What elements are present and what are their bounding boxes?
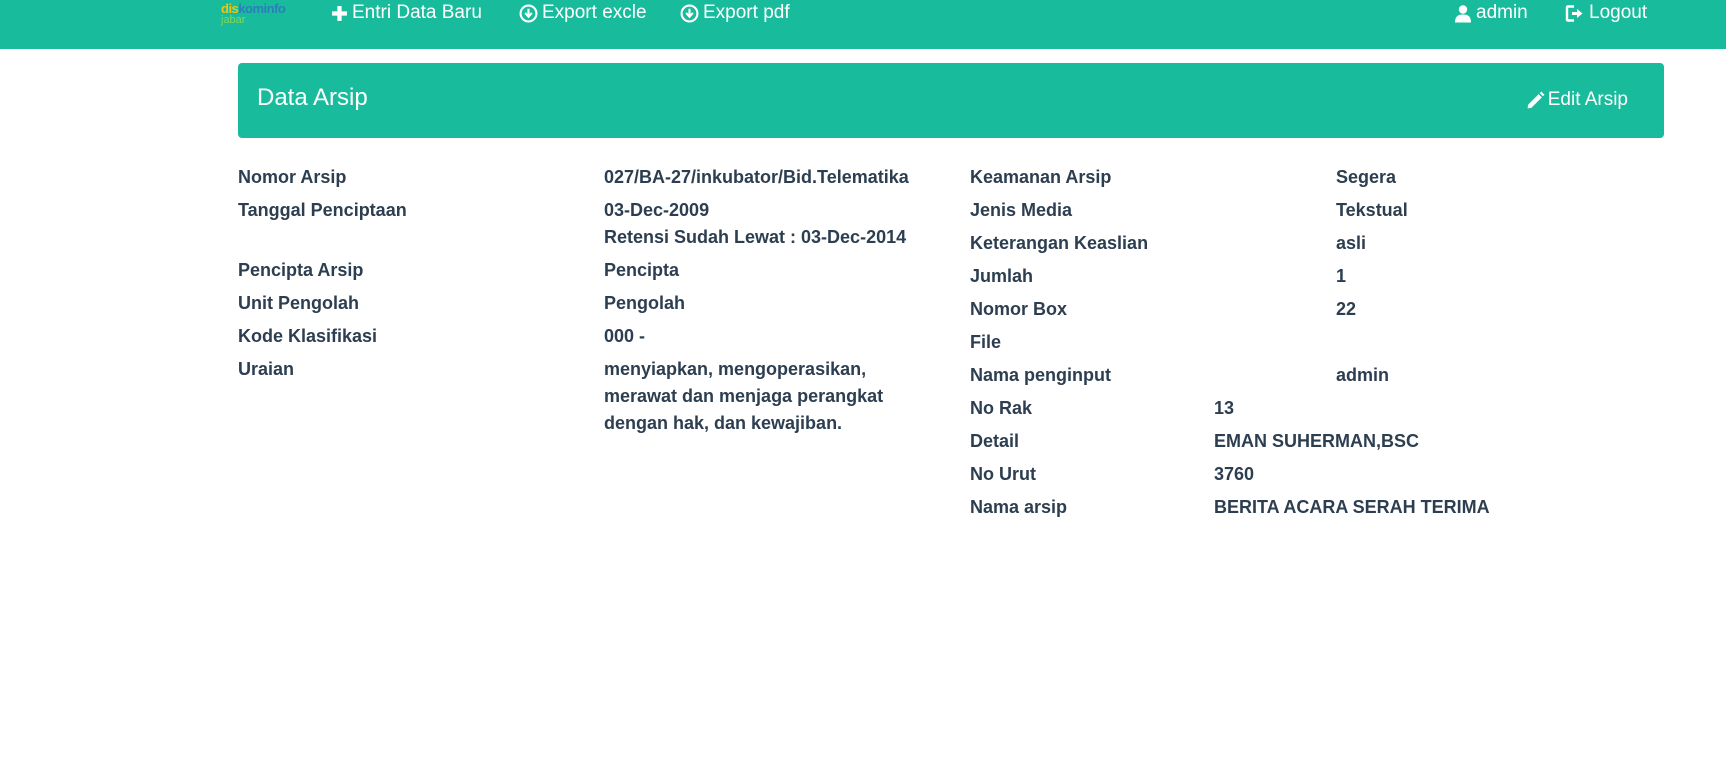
logout-link[interactable]: Logout [1565,0,1647,26]
field-value-no-urut: 3760 [1214,464,1255,484]
top-navbar: diskominfo jabar Entri Data Baru Export … [0,0,1726,49]
field-value-uraian-line-3: dengan hak, dan kewajiban. [604,413,843,433]
field-label-uraian: Uraian [238,359,295,379]
export-pdf-link[interactable]: Export pdf [680,0,790,26]
brand-logo[interactable]: diskominfo jabar [221,2,295,28]
field-label-tanggal-penciptaan: Tanggal Penciptaan [238,200,407,220]
field-label-jenis-media: Jenis Media [970,200,1073,220]
field-label-nomor-arsip: Nomor Arsip [238,167,347,187]
field-label-pencipta-arsip: Pencipta Arsip [238,260,364,280]
edit-archive-button[interactable]: Edit Arsip [1526,86,1628,114]
field-label-kode-klasifikasi: Kode Klasifikasi [238,326,378,346]
download-circle-icon [519,4,538,22]
field-label-detail: Detail [970,431,1020,451]
field-value-nama-penginput: admin [1336,365,1390,385]
logout-label: Logout [1589,2,1648,23]
user-icon [1455,4,1471,22]
brand-text-jabar: jabar [221,14,246,26]
logout-icon [1565,4,1583,22]
field-label-file: File [970,332,1002,352]
new-entry-label: Entri Data Baru [352,2,482,23]
field-label-nama-arsip: Nama arsip [970,497,1068,517]
field-value-kode-klasifikasi: 000 - [604,326,646,346]
field-label-keamanan-arsip: Keamanan Arsip [970,167,1112,187]
pencil-icon [1527,91,1545,108]
field-value-nomor-arsip: 027/BA-27/inkubator/Bid.Telematika [604,167,909,187]
field-label-keterangan-keaslian: Keterangan Keaslian [970,233,1149,253]
user-name: admin [1476,2,1528,23]
plus-icon [332,5,347,21]
download-circle-icon [680,4,699,22]
field-value-keterangan-keaslian: asli [1336,233,1367,253]
field-label-jumlah: Jumlah [970,266,1034,286]
field-value-uraian-line-2: merawat dan menjaga perangkat [604,386,884,406]
field-label-unit-pengolah: Unit Pengolah [238,293,359,313]
field-label-nomor-box: Nomor Box [970,299,1068,319]
field-label-no-urut: No Urut [970,464,1036,484]
retention-note: Retensi Sudah Lewat : 03-Dec-2014 [604,227,907,247]
field-value-nama-arsip: BERITA ACARA SERAH TERIMA [1214,497,1490,517]
field-label-nama-penginput: Nama penginput [970,365,1112,385]
user-menu-link[interactable]: admin [1454,0,1528,26]
page-title: Data Arsip [257,84,368,111]
brand-text-kominfo: kominfo [238,1,286,16]
new-entry-link[interactable]: Entri Data Baru [331,0,482,26]
field-value-uraian-line-1: menyiapkan, mengoperasikan, [604,359,867,379]
field-value-tanggal-penciptaan: 03-Dec-2009 [604,200,710,220]
edit-archive-label: Edit Arsip [1547,89,1628,110]
field-value-detail: EMAN SUHERMAN,BSC [1214,431,1420,451]
field-value-keamanan-arsip: Segera [1336,167,1397,187]
field-value-unit-pengolah: Pengolah [604,293,686,313]
field-value-no-rak: 13 [1214,398,1235,418]
export-excel-label: Export excle [542,2,647,23]
field-value-nomor-box: 22 [1336,299,1357,319]
field-value-jenis-media: Tekstual [1336,200,1408,220]
export-pdf-label: Export pdf [703,2,790,23]
field-label-no-rak: No Rak [970,398,1033,418]
field-value-pencipta-arsip: Pencipta [604,260,680,280]
export-excel-link[interactable]: Export excle [519,0,647,26]
panel-header: Data Arsip Edit Arsip [238,63,1664,138]
field-value-jumlah: 1 [1336,266,1347,286]
